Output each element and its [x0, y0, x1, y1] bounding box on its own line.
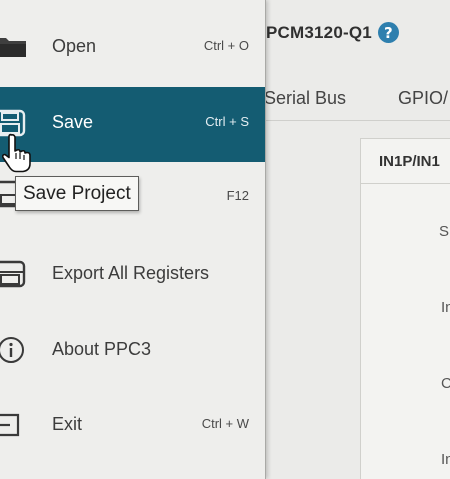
tab-serial-bus[interactable]: Serial Bus	[264, 88, 346, 109]
panel-row-label: C	[441, 375, 450, 392]
panel-divider	[361, 183, 450, 184]
menu-item-about[interactable]: About PPC3	[0, 318, 265, 382]
help-icon[interactable]: ?	[377, 22, 399, 43]
exit-icon	[0, 413, 20, 437]
menu-item-label: Export All Registers	[52, 263, 210, 283]
menu-item-shortcut: Ctrl + O	[203, 38, 249, 53]
panel-header: IN1P/IN1	[379, 153, 440, 170]
menu-item-label: Save	[52, 112, 94, 132]
device-title-text: PCM3120-Q1	[266, 22, 372, 42]
panel-row-label: In	[441, 299, 450, 316]
menu-item-label: About PPC3	[52, 339, 152, 359]
panel-row-label: S	[439, 223, 450, 240]
menu-item-label: Open	[52, 36, 97, 56]
tab-gpio[interactable]: GPIO/	[398, 88, 448, 109]
menu-item-shortcut: Ctrl + W	[201, 416, 249, 431]
info-icon	[0, 337, 24, 363]
device-title: PCM3120-Q1 ?	[266, 22, 399, 43]
save-project-tooltip: Save Project	[15, 176, 139, 211]
menu-item-save[interactable]: Save Ctrl + S	[0, 87, 265, 162]
input-config-panel: IN1P/IN1 S In C In	[360, 138, 450, 479]
menu-item-label: Exit	[52, 414, 83, 434]
file-menu: Open Ctrl + O Save Ctrl + S F12 Export A…	[0, 0, 266, 479]
folder-icon	[0, 38, 26, 57]
panel-row-label: In	[441, 451, 450, 468]
menu-item-open[interactable]: Open Ctrl + O	[0, 14, 265, 78]
export-icon	[0, 260, 26, 288]
tab-strip: Serial Bus GPIO/	[264, 75, 450, 121]
hand-pointer-cursor-icon	[2, 133, 31, 173]
menu-item-export-all-registers[interactable]: Export All Registers	[0, 242, 265, 306]
menu-item-exit[interactable]: Exit Ctrl + W	[0, 393, 265, 457]
menu-item-shortcut: F12	[226, 188, 249, 203]
menu-item-shortcut: Ctrl + S	[205, 114, 249, 129]
